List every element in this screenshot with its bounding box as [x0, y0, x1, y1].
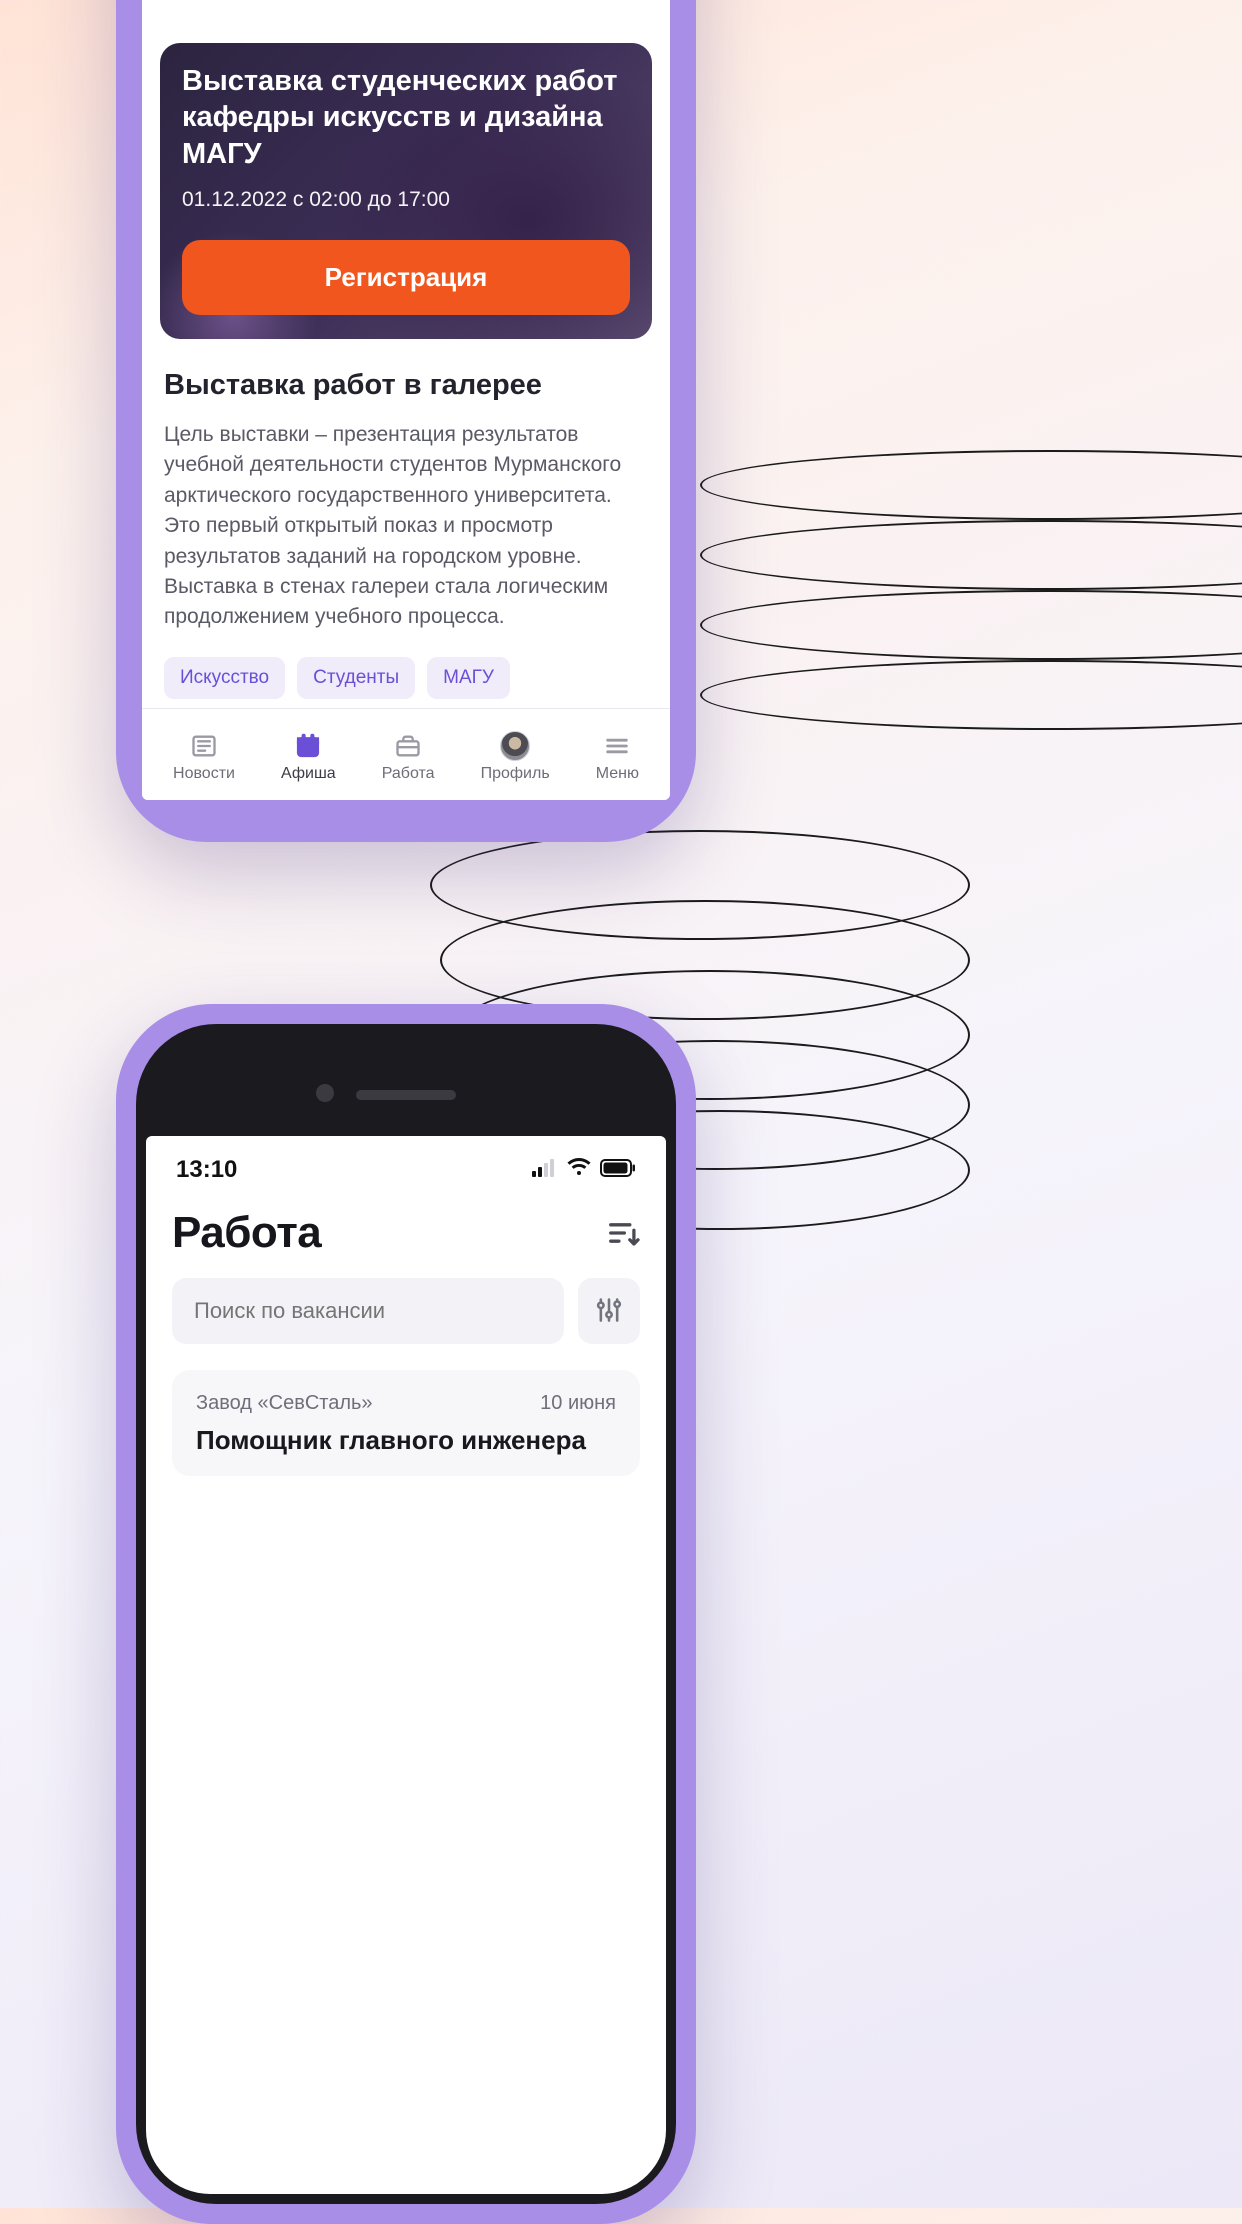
tab-profile[interactable]: Профиль	[481, 731, 550, 783]
page-header: Работа	[146, 1192, 666, 1278]
phone-top-frame: Выставка студенческих работ кафедры иску…	[116, 0, 696, 842]
news-icon	[188, 731, 220, 761]
tab-work[interactable]: Работа	[382, 731, 435, 783]
event-title: Выставка студенческих работ кафедры иску…	[182, 63, 630, 172]
speaker-slot	[356, 1090, 456, 1100]
calendar-icon	[292, 731, 324, 761]
status-bar: 13:10	[146, 1136, 666, 1192]
briefcase-icon	[392, 731, 424, 761]
tab-label: Работа	[382, 765, 435, 783]
section-title: Выставка работ в галерее	[164, 369, 648, 402]
wifi-icon	[566, 1156, 592, 1184]
event-hero-card: Выставка студенческих работ кафедры иску…	[160, 43, 652, 339]
front-camera	[316, 1084, 334, 1102]
tab-afisha[interactable]: Афиша	[281, 731, 336, 783]
job-company: Завод «СевСталь»	[196, 1392, 373, 1415]
phone-bottom-screen: 13:10 Работа	[146, 1136, 666, 2194]
tag-students[interactable]: Студенты	[297, 657, 415, 699]
register-button[interactable]: Регистрация	[182, 240, 630, 315]
tab-label: Профиль	[481, 765, 550, 783]
tab-label: Новости	[173, 765, 235, 783]
bottom-tabbar: Новости Афиша Работа Профиль	[142, 708, 670, 800]
job-date: 10 июня	[540, 1392, 616, 1415]
tag-magu[interactable]: МАГУ	[427, 657, 510, 699]
tag-list: Искусство Студенты МАГУ	[164, 657, 648, 699]
tab-label: Афиша	[281, 765, 336, 783]
cellular-icon	[532, 1156, 558, 1184]
section-body: Цель выставки – презентация результатов …	[164, 420, 648, 633]
status-time: 13:10	[176, 1156, 237, 1184]
sliders-icon	[595, 1296, 623, 1327]
job-card[interactable]: Завод «СевСталь» 10 июня Помощник главно…	[172, 1370, 640, 1476]
event-datetime: 01.12.2022 с 02:00 до 17:00	[182, 188, 630, 212]
page-title: Работа	[172, 1208, 321, 1258]
avatar-icon	[499, 731, 531, 761]
battery-icon	[600, 1156, 636, 1184]
filter-button[interactable]	[578, 1278, 640, 1344]
tag-art[interactable]: Искусство	[164, 657, 285, 699]
phone-bottom-bezel: 13:10 Работа	[136, 1024, 676, 2204]
sort-icon[interactable]	[606, 1218, 640, 1248]
phone-top-screen: Выставка студенческих работ кафедры иску…	[142, 0, 670, 800]
job-title: Помощник главного инженера	[196, 1425, 616, 1456]
search-row	[146, 1278, 666, 1370]
tab-menu[interactable]: Меню	[596, 731, 639, 783]
menu-icon	[601, 731, 633, 761]
tab-label: Меню	[596, 765, 639, 783]
phone-bottom-frame: 13:10 Работа	[116, 1004, 696, 2224]
search-input[interactable]	[172, 1278, 564, 1344]
tab-news[interactable]: Новости	[173, 731, 235, 783]
